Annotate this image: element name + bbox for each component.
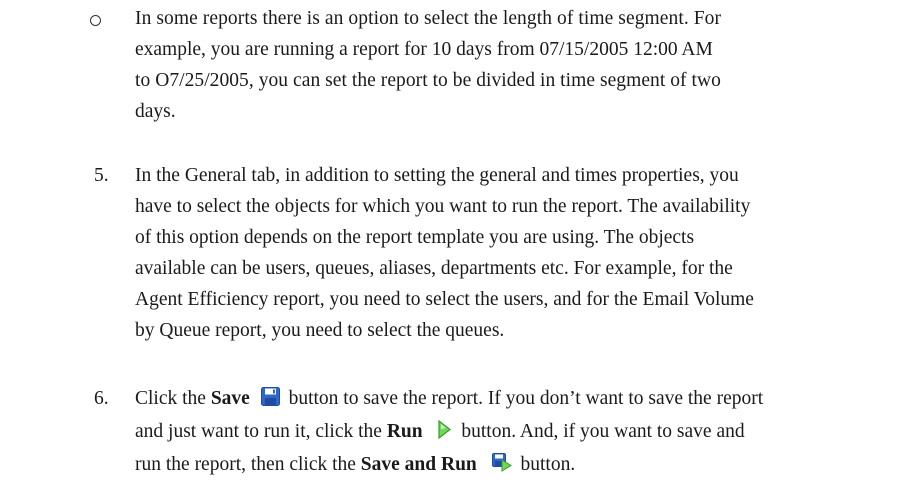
text-run: and just want to run it, click the — [135, 421, 387, 442]
text-line: Click the Save button to save the report… — [135, 383, 875, 416]
floppy-disk-icon — [260, 385, 280, 416]
text-line: by Queue report, you need to select the … — [135, 320, 505, 341]
text-line: run the report, then click the Save and … — [135, 449, 875, 482]
text-run: run the report, then click the — [135, 454, 361, 475]
green-play-arrow-icon — [437, 418, 452, 449]
text-run: button. — [515, 454, 576, 475]
step-number: 5. — [94, 165, 109, 186]
text-run: button to save the report. If you don’t … — [283, 388, 764, 409]
run-label: Run — [386, 421, 423, 442]
step-number: 6. — [94, 388, 109, 409]
text-line: In some reports there is an option to se… — [135, 8, 722, 29]
text-run: button. And, if you want to save and — [456, 421, 745, 442]
text-line: example, you are running a report for 10… — [135, 39, 713, 60]
hollow-circle-bullet-icon — [90, 15, 101, 26]
step-5-text: In the General tab, in addition to setti… — [135, 160, 861, 346]
sub-bullet-text: In some reports there is an option to se… — [135, 3, 861, 127]
save-and-run-label: Save and Run — [360, 454, 477, 475]
text-line: of this option depends on the report tem… — [135, 227, 695, 248]
text-line: Agent Efficiency report, you need to sel… — [135, 289, 754, 310]
document-page: In some reports there is an option to se… — [0, 0, 922, 481]
text-line: days. — [135, 101, 176, 122]
floppy-with-arrow-icon — [491, 451, 512, 482]
text-line: available can be users, queues, aliases,… — [135, 258, 733, 279]
text-line: and just want to run it, click the Run b… — [135, 416, 875, 449]
step-6-text: Click the Save button to save the report… — [135, 383, 875, 482]
text-run: Click the — [135, 388, 211, 409]
save-label: Save — [210, 388, 250, 409]
text-line: to O7/25/2005, you can set the report to… — [135, 70, 721, 91]
text-line: have to select the objects for which you… — [135, 196, 751, 217]
text-line: In the General tab, in addition to setti… — [135, 165, 739, 186]
